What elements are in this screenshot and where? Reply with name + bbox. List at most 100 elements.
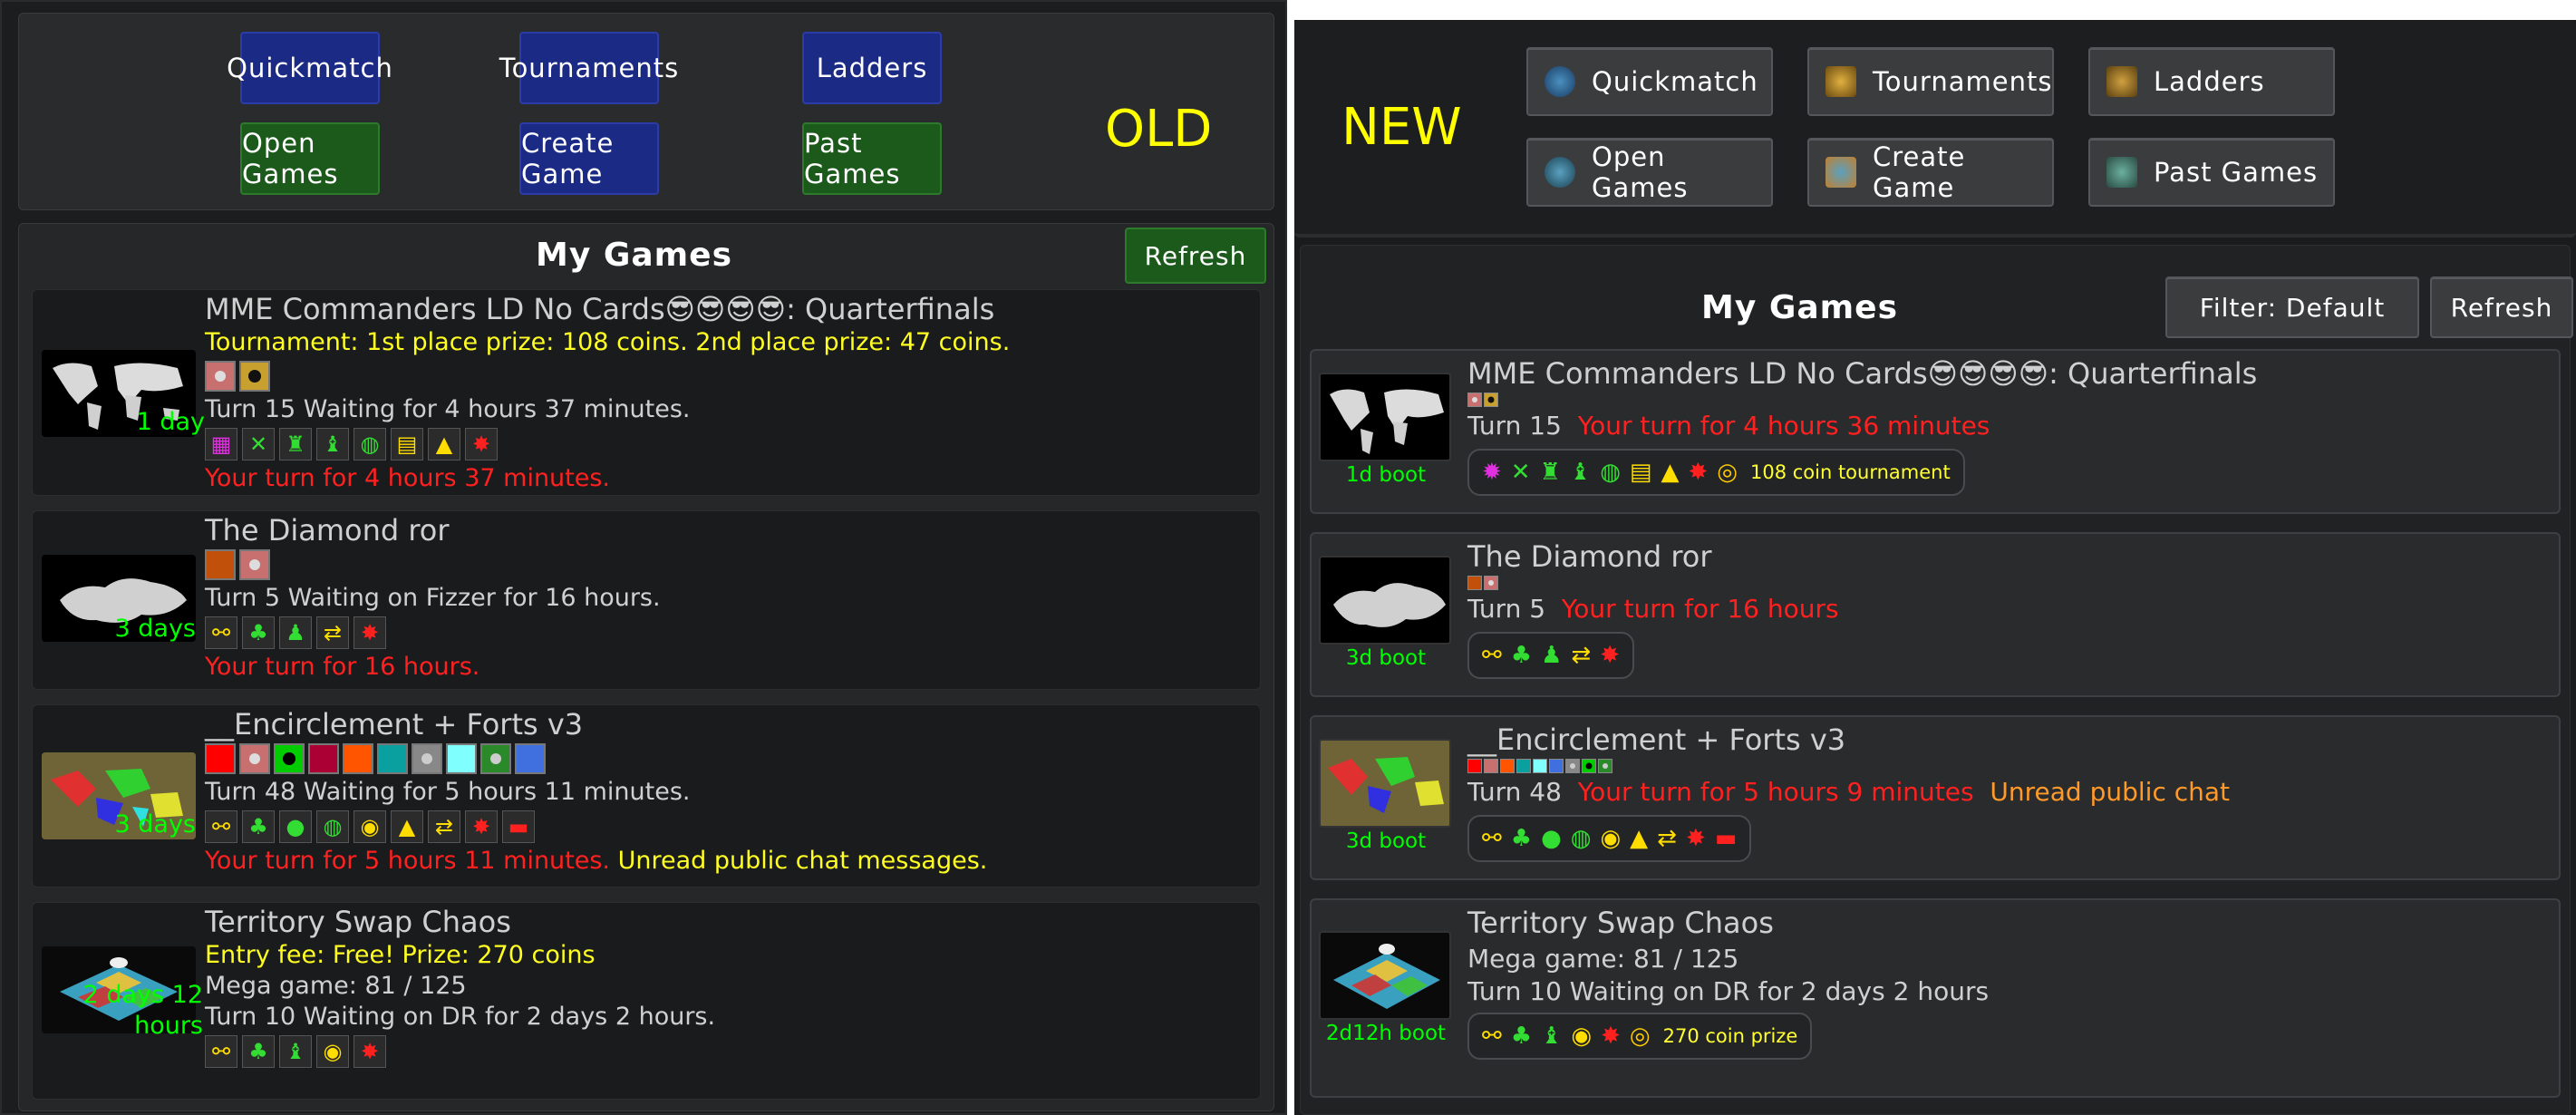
player-color-swatch bbox=[1467, 576, 1482, 590]
old-game-timer: 3 days bbox=[114, 615, 197, 643]
gun-icon: ▬ bbox=[502, 810, 535, 843]
new-past-games-button[interactable]: Past Games bbox=[2088, 138, 2335, 207]
new-tournaments-label: Tournaments bbox=[1873, 66, 2053, 97]
fort-icon: ▤ bbox=[391, 428, 423, 461]
old-game-card-1[interactable]: 1 day MME Commanders LD No Cards😎😎😎😎: Qu… bbox=[32, 289, 1261, 496]
old-game-turn: Turn 48 Waiting for 5 hours 11 minutes. bbox=[205, 778, 691, 806]
link-icon: ⚯ bbox=[205, 616, 237, 649]
new-game-turn-status: Your turn for 5 hours 9 minutes bbox=[1577, 777, 1974, 807]
old-game-status-line: Your turn for 5 hours 11 minutes. Unread… bbox=[205, 847, 987, 875]
old-game-timer: 1 day bbox=[136, 408, 205, 436]
player-color-swatch bbox=[1549, 759, 1564, 773]
new-ladders-label: Ladders bbox=[2154, 66, 2265, 97]
cards-fan-icon: ♣ bbox=[1510, 1023, 1533, 1050]
triangle-icon: ▲ bbox=[1661, 459, 1680, 486]
new-game-thumb-territory bbox=[1319, 931, 1451, 1020]
new-refresh-button[interactable]: Refresh bbox=[2430, 276, 2573, 338]
new-game-name: __Encirclement + Forts v3 bbox=[1467, 722, 1846, 757]
old-create-game-button[interactable]: Create Game bbox=[519, 122, 659, 195]
splat-icon: ✸ bbox=[1600, 642, 1621, 669]
old-game-settings-icons: ▦ ✕ ♜ ♝ ◍ ▤ ▲ ✸ bbox=[205, 428, 498, 461]
pig-icon: ● bbox=[279, 810, 312, 843]
new-game-prize-text: 270 coin prize bbox=[1662, 1025, 1798, 1047]
old-game-card-4[interactable]: 2 days 12 hours Territory Swap Chaos Ent… bbox=[32, 902, 1261, 1100]
old-game-name: MME Commanders LD No Cards😎😎😎😎: Quarterf… bbox=[205, 292, 995, 326]
splat-icon: ✸ bbox=[1688, 459, 1709, 486]
old-ladders-button[interactable]: Ladders bbox=[802, 32, 942, 104]
old-game-turn: Turn 15 Waiting for 4 hours 37 minutes. bbox=[205, 395, 691, 423]
cards-icon: ▦ bbox=[205, 428, 237, 461]
old-game-prize-info: Entry fee: Free! Prize: 270 coins bbox=[205, 941, 596, 969]
new-game-settings-pill[interactable]: ✹ ✕ ♜ ♝ ◍ ▤ ▲ ✸ ◎ 108 coin tournament bbox=[1467, 449, 1965, 496]
scroll-icon bbox=[2106, 157, 2137, 188]
new-filter-button[interactable]: Filter: Default bbox=[2165, 276, 2419, 338]
new-game-boot-time: 3d boot bbox=[1345, 646, 1427, 670]
gun-icon: ▬ bbox=[1714, 825, 1738, 852]
fort-icon: ▤ bbox=[1629, 459, 1652, 486]
swap-icon: ⇄ bbox=[428, 810, 460, 843]
old-open-games-button[interactable]: Open Games bbox=[240, 122, 380, 195]
old-top-bar: Quickmatch Tournaments Ladders Open Game… bbox=[18, 13, 1274, 210]
globe-icon bbox=[1545, 66, 1575, 97]
old-label: OLD bbox=[1105, 100, 1213, 159]
cards-icon: ✹ bbox=[1482, 459, 1502, 486]
new-quickmatch-label: Quickmatch bbox=[1592, 66, 1758, 97]
new-game-settings-pill[interactable]: ⚯ ♣ ♟ ⇄ ✸ bbox=[1467, 632, 1635, 679]
new-open-games-button[interactable]: Open Games bbox=[1526, 138, 1773, 207]
old-tournaments-button[interactable]: Tournaments bbox=[499, 32, 678, 104]
player-color-swatch bbox=[239, 743, 270, 774]
new-ladders-button[interactable]: Ladders bbox=[2088, 47, 2335, 116]
new-game-settings-pill[interactable]: ⚯ ♣ ● ◍ ◉ ▲ ⇄ ✸ ▬ bbox=[1467, 815, 1752, 862]
new-tournaments-button[interactable]: Tournaments bbox=[1807, 47, 2054, 116]
player-color-swatch bbox=[446, 743, 477, 774]
new-game-card-1[interactable]: 1d boot MME Commanders LD No Cards😎😎😎😎: … bbox=[1310, 349, 2561, 514]
player-color-swatch bbox=[205, 361, 236, 392]
ladder-icon bbox=[2106, 66, 2137, 97]
link-icon: ⚯ bbox=[1482, 1023, 1502, 1050]
player-color-swatch bbox=[377, 743, 408, 774]
player-color-swatch bbox=[1516, 759, 1531, 773]
player-color-swatch bbox=[515, 743, 546, 774]
old-quickmatch-button[interactable]: Quickmatch bbox=[227, 32, 392, 104]
new-game-turn-status: Your turn for 4 hours 36 minutes bbox=[1577, 411, 1990, 441]
new-game-status-line: Turn 15 Your turn for 4 hours 36 minutes bbox=[1467, 411, 1990, 441]
player-color-swatch bbox=[1467, 393, 1482, 407]
new-create-game-button[interactable]: Create Game bbox=[1807, 138, 2054, 207]
new-game-turn: Turn 15 bbox=[1467, 411, 1562, 441]
commander-figure-icon: ♜ bbox=[279, 428, 312, 461]
new-game-status-line: Turn 48 Your turn for 5 hours 9 minutes … bbox=[1467, 777, 2230, 807]
new-player-colors bbox=[1467, 393, 1498, 407]
new-game-settings-pill[interactable]: ⚯ ♣ ♝ ◉ ✸ ◎ 270 coin prize bbox=[1467, 1013, 1813, 1060]
old-game-turn: Turn 5 Waiting on Fizzer for 16 hours. bbox=[205, 584, 661, 612]
old-refresh-button[interactable]: Refresh bbox=[1125, 228, 1266, 284]
triangle-icon: ▲ bbox=[391, 810, 423, 843]
old-game-chat-notice[interactable]: Unread public chat messages. bbox=[618, 847, 988, 875]
money-bag-icon: ♝ bbox=[279, 1035, 312, 1068]
new-game-boot-time: 1d boot bbox=[1345, 463, 1427, 487]
old-game-timer: 2 days 12 bbox=[82, 981, 203, 1009]
player-color-swatch bbox=[1598, 759, 1612, 773]
soldier-icon: ♟ bbox=[1541, 642, 1563, 669]
old-past-games-button[interactable]: Past Games bbox=[802, 122, 942, 195]
new-game-card-2[interactable]: 3d boot The Diamond ror Turn 5 Your turn… bbox=[1310, 532, 2561, 697]
commander-icon: ✕ bbox=[242, 428, 275, 461]
player-color-swatch bbox=[1565, 759, 1580, 773]
old-player-colors bbox=[205, 743, 546, 774]
splat-icon: ✸ bbox=[465, 810, 498, 843]
new-my-games-section: My Games Filter: Default Refresh 1d boot… bbox=[1300, 245, 2573, 1115]
old-game-name: The Diamond ror bbox=[205, 513, 450, 548]
new-game-chat-notice[interactable]: Unread public chat bbox=[1990, 777, 2230, 807]
soldier-icon: ♟ bbox=[279, 616, 312, 649]
player-color-swatch bbox=[480, 743, 511, 774]
new-quickmatch-button[interactable]: Quickmatch bbox=[1526, 47, 1773, 116]
new-game-card-4[interactable]: 2d12h boot Territory Swap Chaos Mega gam… bbox=[1310, 898, 2561, 1098]
new-game-card-3[interactable]: 3d boot __Encirclement + Forts v3 Turn 4… bbox=[1310, 715, 2561, 880]
new-game-boot-time: 2d12h boot bbox=[1325, 1022, 1447, 1045]
old-player-colors bbox=[205, 549, 270, 580]
swords-icon bbox=[1545, 157, 1575, 188]
old-game-turn-status: Your turn for 16 hours. bbox=[205, 653, 480, 681]
player-color-swatch bbox=[308, 743, 339, 774]
old-game-card-3[interactable]: 3 days __Encirclement + Forts v3 Turn 48… bbox=[32, 704, 1261, 887]
old-game-card-2[interactable]: 3 days The Diamond ror Turn 5 Waiting on… bbox=[32, 510, 1261, 690]
link-icon: ⚯ bbox=[205, 810, 237, 843]
